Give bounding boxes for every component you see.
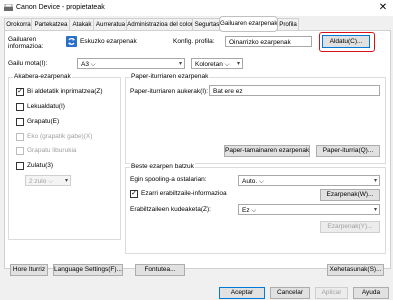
other-settings-title: Beste ezarpen batzuk bbox=[130, 163, 195, 170]
manual-settings-label: Eskuzko ezarpenak bbox=[80, 38, 137, 45]
config-profile-label: Konfig. profila: bbox=[173, 38, 215, 45]
model-label: Gailu mota(I): bbox=[8, 60, 48, 67]
finishing-group-title: Akabera-ezarpenak bbox=[13, 73, 72, 80]
tab-general[interactable]: Orokorra bbox=[4, 18, 33, 30]
user-info-settings-button[interactable]: Ezarpenak(W)... bbox=[320, 189, 380, 201]
tab-security[interactable]: Segurtas bbox=[192, 18, 222, 30]
chevron-down-icon: ▾ bbox=[64, 178, 68, 184]
paper-source-button[interactable]: Paper-iturria(Q)... bbox=[316, 145, 380, 157]
user-management-value: Ez bbox=[242, 207, 250, 214]
paper-size-value: A3 bbox=[81, 61, 89, 68]
tab-label: Partekatzea bbox=[34, 21, 68, 28]
offset-label: Lekualdatu(I) bbox=[27, 103, 65, 110]
chevron-down-icon: ▾ bbox=[373, 207, 377, 213]
spooling-value: Auto. bbox=[242, 178, 258, 185]
tab-ports[interactable]: Atakak bbox=[69, 18, 95, 30]
tab-label: Administrazioa del color bbox=[127, 21, 193, 28]
eco-staple-label: Eko (grapatik gabe)(X) bbox=[27, 133, 93, 140]
fonts-button[interactable]: Fontutea... bbox=[135, 264, 185, 276]
staple-checkbox[interactable] bbox=[16, 118, 24, 126]
staple-label: Grapatu(E) bbox=[27, 118, 60, 125]
eco-staple-checkbox[interactable] bbox=[16, 133, 24, 141]
tab-label: Orokorra bbox=[6, 21, 31, 28]
duplex-checkbox[interactable]: ✓ bbox=[16, 88, 24, 96]
tab-label: Atakak bbox=[72, 21, 92, 28]
user-info-checkbox[interactable]: ✓ bbox=[130, 190, 138, 198]
language-settings-button[interactable]: Language Settings(F)... bbox=[53, 264, 123, 276]
booklet-staple-checkbox[interactable] bbox=[16, 147, 24, 155]
paper-size-select[interactable]: A3 ▾ bbox=[77, 58, 185, 69]
user-info-label: Ezarri erabiltzaile-informazioa bbox=[141, 190, 227, 197]
chevron-down-icon: ▾ bbox=[178, 61, 182, 67]
offset-checkbox[interactable] bbox=[16, 103, 24, 111]
ok-button[interactable]: Aceptar bbox=[219, 287, 265, 299]
tab-label: Aurreratua bbox=[95, 21, 126, 28]
paper-source-group: Paper-iturriaren ezarpenak Paper-iturria… bbox=[125, 73, 386, 164]
device-settings-panel: Gailuaren informazioa: Eskuzko ezarpenak… bbox=[4, 30, 391, 276]
punch-holes-value: 2 zulo bbox=[29, 178, 47, 185]
spooling-select[interactable]: Auto. ▾ bbox=[238, 175, 380, 186]
color-mode-select[interactable]: Koloretan ▾ bbox=[191, 58, 243, 69]
punch-checkbox[interactable] bbox=[16, 162, 24, 170]
cancel-button[interactable]: Cancelar bbox=[270, 287, 310, 299]
tab-label: Gailuaren ezarpenak bbox=[220, 20, 278, 27]
duplex-label: Bi aldetatik inprimatzea(Z) bbox=[27, 88, 103, 95]
apply-button[interactable]: Aplicar bbox=[315, 287, 348, 299]
spooling-label: Egin spooling-a ostalarian: bbox=[130, 176, 207, 183]
user-management-settings-button[interactable]: Ezarpenak(Y)... bbox=[320, 221, 380, 233]
tab-profile[interactable]: Profila bbox=[277, 18, 299, 30]
font-list-button[interactable]: Hore Iturriz bbox=[10, 264, 48, 276]
sync-icon[interactable] bbox=[66, 36, 77, 47]
device-info-label: Gailuaren informazioa: bbox=[8, 36, 44, 50]
user-management-select[interactable]: Ez ▾ bbox=[238, 204, 380, 215]
tab-advanced[interactable]: Aurreratua bbox=[93, 18, 128, 30]
chevron-down-icon: ▾ bbox=[236, 61, 240, 67]
details-button[interactable]: Xehetasunak(S)... bbox=[327, 264, 384, 276]
paper-source-option-field[interactable]: Bat ere ez bbox=[209, 85, 380, 96]
window-title: Canon Device - propietateak bbox=[16, 4, 105, 11]
config-profile-field[interactable]: Oinarrizko ezarpenak bbox=[225, 36, 312, 47]
color-mode-value: Koloretan bbox=[195, 61, 223, 68]
finishing-group: Akabera-ezarpenak ✓ Bi aldetatik inprima… bbox=[8, 73, 121, 240]
booklet-staple-label: Grapatu liburukia bbox=[27, 147, 77, 154]
close-icon[interactable]: ✕ bbox=[376, 1, 390, 15]
tab-device-settings[interactable]: Gailuaren ezarpenak bbox=[219, 16, 278, 32]
tab-color-management[interactable]: Administrazioa del color bbox=[126, 18, 194, 30]
paper-source-title: Paper-iturriaren ezarpenak bbox=[130, 73, 210, 80]
punch-label: Zulatu(3) bbox=[27, 162, 54, 169]
paper-source-option-label: Paper-iturriaren aukerak(I): bbox=[130, 88, 209, 95]
user-management-label: Erabiltzaileen kudeaketa(Z): bbox=[130, 206, 211, 213]
tab-label: Profila bbox=[279, 21, 297, 28]
paper-size-settings-button[interactable]: Paper-tamainaren ezarpenak(K)... bbox=[224, 145, 310, 157]
title-bar: Canon Device - propietateak ✕ bbox=[0, 0, 393, 16]
help-button[interactable]: Ayuda bbox=[353, 287, 389, 299]
other-settings-group: Beste ezarpen batzuk Egin spooling-a ost… bbox=[125, 163, 386, 254]
tab-sharing[interactable]: Partekatzea bbox=[31, 18, 71, 30]
punch-holes-select[interactable]: 2 zulo ▾ bbox=[25, 175, 71, 186]
change-button-highlight bbox=[319, 32, 375, 52]
printer-app-icon bbox=[4, 4, 13, 11]
chevron-down-icon: ▾ bbox=[373, 178, 377, 184]
tab-label: Segurtas bbox=[194, 21, 220, 28]
